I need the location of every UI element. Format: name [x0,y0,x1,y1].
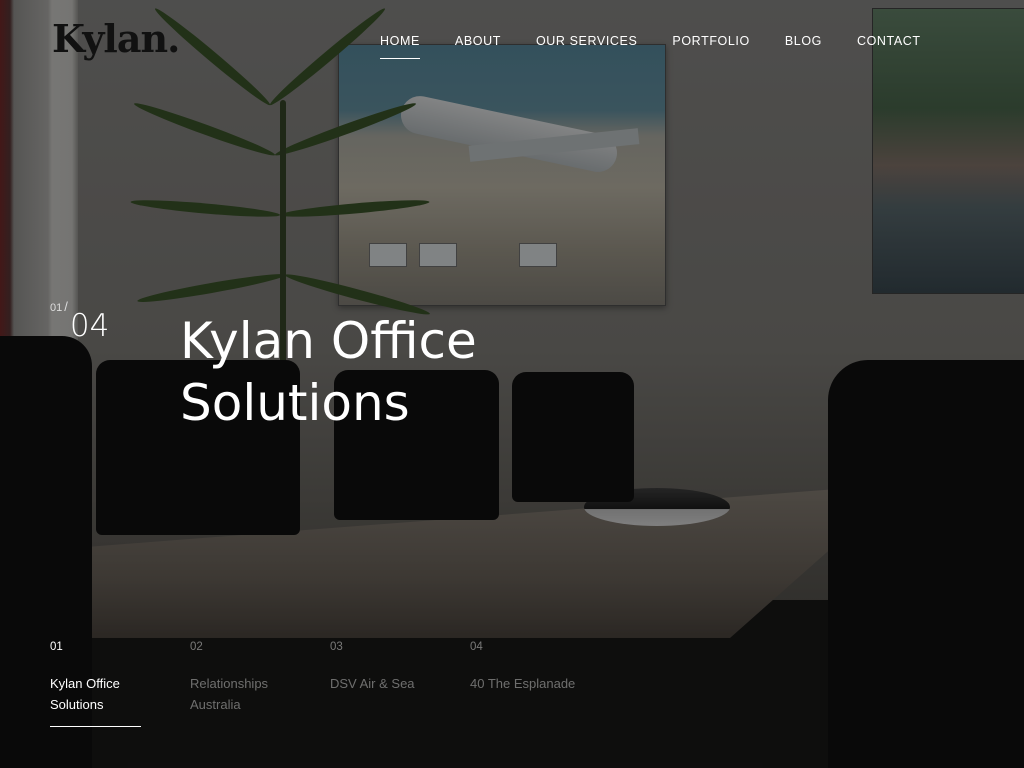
nav-contact[interactable]: CONTACT [857,34,921,59]
active-slide-indicator [50,726,141,727]
slide-tab-number: 02 [190,641,203,653]
nav-home[interactable]: HOME [380,34,420,59]
slide-tabs: 01 Kylan Office Solutions 02 Relationshi… [50,641,610,729]
slide-current-number: 01 [50,302,63,314]
main-navigation: HOME ABOUT OUR SERVICES PORTFOLIO BLOG C… [380,34,921,59]
slide-tab-3[interactable]: 03 DSV Air & Sea [330,641,470,729]
logo-dot: . [167,16,180,61]
slide-tab-4[interactable]: 04 40 The Esplanade [470,641,610,729]
slide-tab-label: Kylan Office Solutions [50,676,120,712]
slide-tab-1[interactable]: 01 Kylan Office Solutions [50,641,190,729]
slide-tab-label: Relationships Australia [190,676,269,712]
slide-tab-label: DSV Air & Sea [330,676,415,691]
site-logo[interactable]: Kylan. [52,16,180,61]
slide-tab-number: 03 [330,641,343,653]
nav-our-services[interactable]: OUR SERVICES [536,34,637,59]
hero-title-line-1: Kylan Office [180,312,477,370]
slide-counter: 01/04 [50,299,109,344]
nav-portfolio[interactable]: PORTFOLIO [672,34,749,59]
nav-about[interactable]: ABOUT [455,34,501,59]
slide-counter-separator: / [64,299,68,314]
hero-title: Kylan Office Solutions [180,310,620,434]
slide-tab-2[interactable]: 02 Relationships Australia [190,641,330,729]
hero-title-line-2: Solutions [180,374,410,432]
slide-tab-number: 01 [50,641,63,653]
slide-total-number: 04 [69,308,110,344]
logo-text: Kylan [52,16,168,61]
nav-blog[interactable]: BLOG [785,34,822,59]
slide-tab-number: 04 [470,641,483,653]
slide-tab-label: 40 The Esplanade [470,676,576,691]
